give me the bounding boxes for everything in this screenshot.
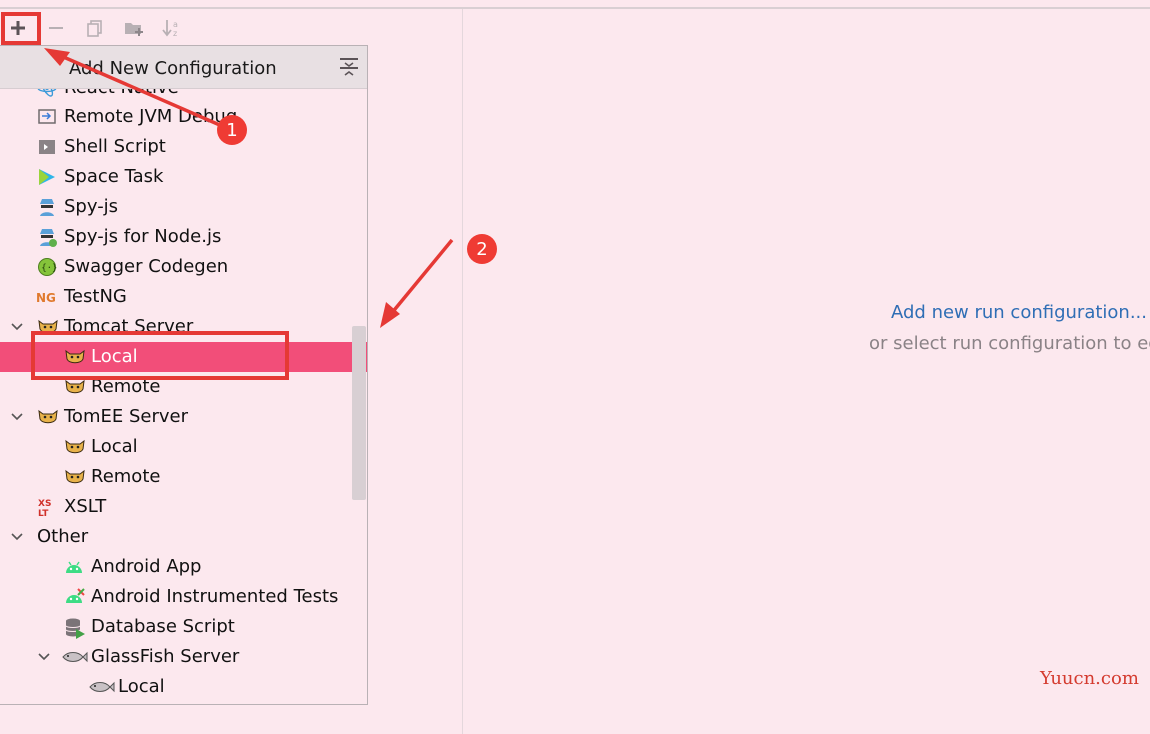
annotation-badge-1: 1 xyxy=(217,115,247,145)
chevron-down-icon[interactable] xyxy=(10,319,24,333)
chevron-down-icon[interactable] xyxy=(10,529,24,543)
svg-text:z: z xyxy=(173,29,177,38)
tomcat-icon xyxy=(64,437,85,457)
svg-text:NG: NG xyxy=(36,291,56,305)
tomcat-icon xyxy=(64,467,85,487)
toolbar: az xyxy=(0,10,462,46)
glassfish-icon xyxy=(89,677,115,697)
svg-text:a: a xyxy=(173,20,178,29)
collapse-all-icon xyxy=(340,58,358,76)
list-item-label: TestNG xyxy=(64,286,127,307)
list-item-remote-jvm-debug[interactable]: Remote JVM Debug xyxy=(0,102,367,132)
remote-debug-icon xyxy=(37,107,57,127)
new-folder-button[interactable] xyxy=(121,16,147,40)
add-new-run-configuration-link[interactable]: Add new run configuration... xyxy=(891,302,1147,323)
chevron-down-icon[interactable] xyxy=(10,409,24,423)
minus-icon xyxy=(49,27,63,29)
copy-icon xyxy=(87,20,102,37)
sort-alpha-icon: az xyxy=(162,20,178,38)
xslt-icon: XS LT xyxy=(37,497,57,519)
list-item-other[interactable]: Other xyxy=(0,522,367,552)
testng-icon: NG xyxy=(36,287,56,307)
collapse-all-button[interactable] xyxy=(339,56,359,82)
popup-scrollbar[interactable] xyxy=(352,326,366,500)
list-item-tomee-server[interactable]: TomEE Server xyxy=(0,402,367,432)
list-item-label: Other xyxy=(37,526,89,547)
new-folder-icon xyxy=(125,23,143,36)
android-test-icon xyxy=(64,587,85,607)
svg-text:LT: LT xyxy=(38,509,49,519)
list-item-label: TomEE Server xyxy=(64,406,188,427)
list-item-spy-js[interactable]: Spy-js xyxy=(0,192,367,222)
chevron-down-icon[interactable] xyxy=(37,649,51,663)
list-item-label: Database Script xyxy=(91,616,235,637)
popup-header-overlay: Add New Configuration xyxy=(0,46,367,89)
list-item-tomee-remote[interactable]: Remote xyxy=(0,462,367,492)
annotation-box-add-button xyxy=(1,12,41,45)
select-run-configuration-hint: or select run configuration to edit xyxy=(869,333,1150,354)
swagger-icon: {·} xyxy=(37,257,57,277)
shell-script-icon xyxy=(37,137,57,157)
list-item-swagger-codegen[interactable]: {·} Swagger Codegen xyxy=(0,252,367,282)
android-icon xyxy=(64,557,84,577)
list-item-label: Remote JVM Debug xyxy=(64,106,238,127)
list-item-label: Android Instrumented Tests xyxy=(91,586,339,607)
list-item-glassfish-server[interactable]: GlassFish Server xyxy=(0,642,367,672)
list-item-label: Shell Script xyxy=(64,136,166,157)
database-script-icon xyxy=(64,617,85,639)
list-item-android-instrumented-tests[interactable]: Android Instrumented Tests xyxy=(0,582,367,612)
list-item-xslt[interactable]: XS LT XSLT xyxy=(0,492,367,522)
copy-configuration-button[interactable] xyxy=(82,16,108,40)
sort-button[interactable]: az xyxy=(160,16,186,40)
list-item-label: Swagger Codegen xyxy=(64,256,229,277)
list-item-label: Spy-js xyxy=(64,196,119,217)
empty-state-area xyxy=(463,9,1150,734)
list-item-label: Local xyxy=(91,436,138,457)
list-item-database-script[interactable]: Database Script xyxy=(0,612,367,642)
list-item-label: GlassFish Server xyxy=(91,646,240,667)
spy-icon xyxy=(37,197,57,217)
svg-text:XS: XS xyxy=(38,499,51,509)
list-item-space-task[interactable]: Space Task xyxy=(0,162,367,192)
list-item-android-app[interactable]: Android App xyxy=(0,552,367,582)
tomcat-icon xyxy=(64,377,85,397)
list-item-label: Spy-js for Node.js xyxy=(64,226,222,247)
list-item-label: Remote xyxy=(91,466,161,487)
tomcat-icon xyxy=(37,407,58,427)
list-item-label: XSLT xyxy=(64,496,107,517)
list-item-glassfish-local[interactable]: Local xyxy=(0,672,367,702)
list-item-testng[interactable]: NG TestNG xyxy=(0,282,367,312)
glassfish-icon xyxy=(62,647,88,667)
annotation-box-local-item xyxy=(31,331,289,380)
list-item-label: Local xyxy=(118,676,165,697)
list-item-tomee-local[interactable]: Local xyxy=(0,432,367,462)
list-item-label: Space Task xyxy=(64,166,164,187)
list-item-label: Android App xyxy=(91,556,202,577)
space-icon xyxy=(37,167,57,187)
list-item-shell-script[interactable]: Shell Script xyxy=(0,132,367,162)
remove-configuration-button[interactable] xyxy=(43,16,69,40)
svg-text:{·}: {·} xyxy=(41,264,57,274)
watermark: Yuucn.com xyxy=(1040,668,1139,689)
annotation-badge-2: 2 xyxy=(467,234,497,264)
popup-title: Add New Configuration xyxy=(69,58,277,79)
spy-node-icon xyxy=(37,227,57,247)
list-item-spy-js-node[interactable]: Spy-js for Node.js xyxy=(0,222,367,252)
